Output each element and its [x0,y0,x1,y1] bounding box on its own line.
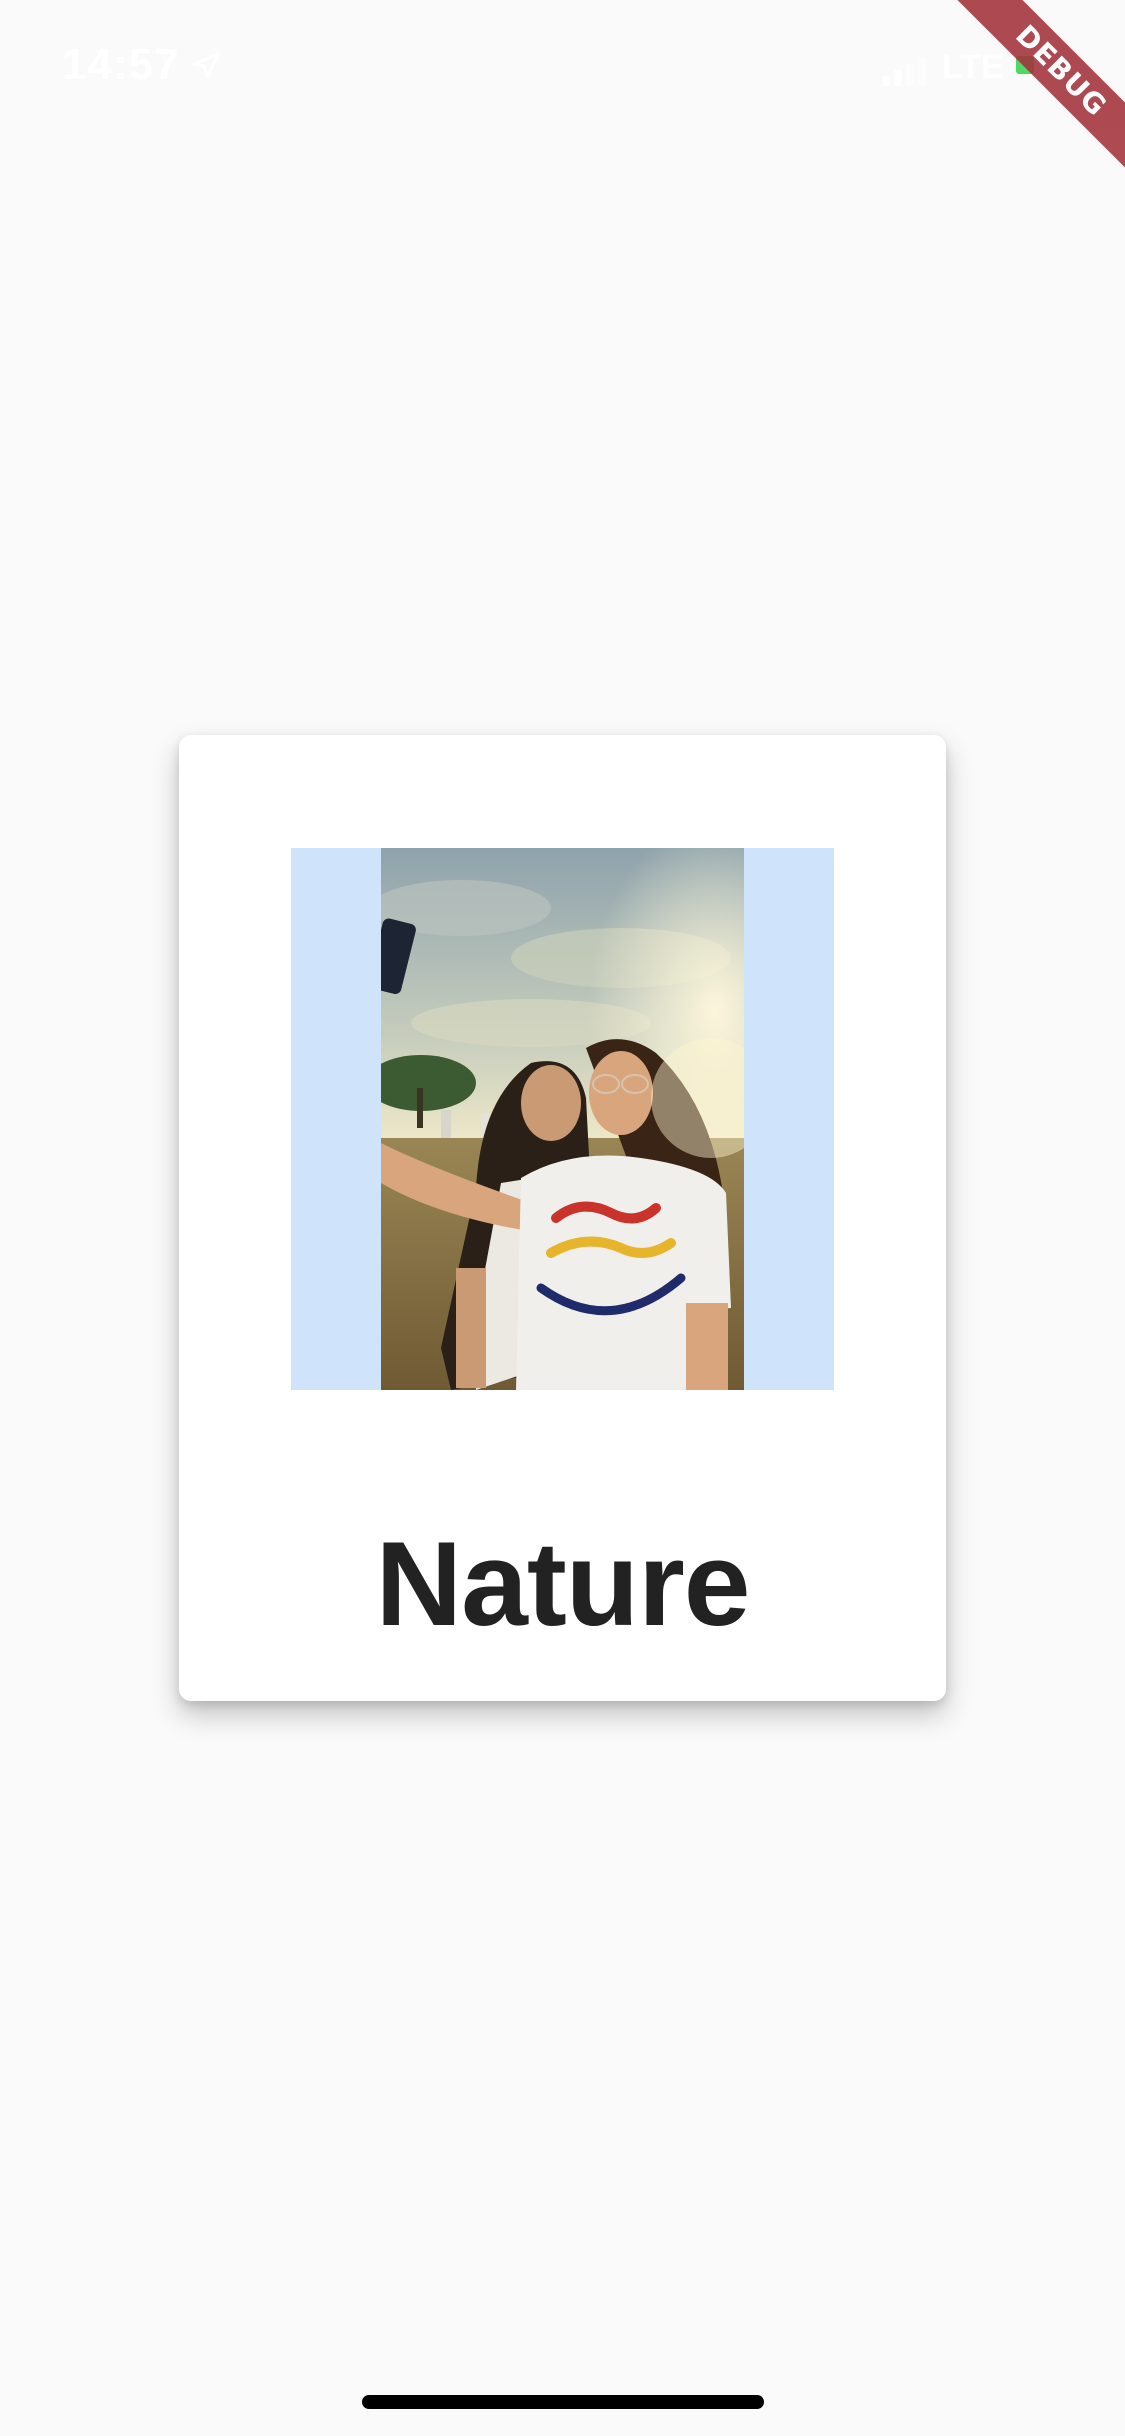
cellular-signal-icon [882,56,930,86]
debug-banner-label: DEBUG [938,0,1125,190]
status-time: 14:57 [62,40,180,89]
home-indicator-bar[interactable] [362,2395,764,2409]
debug-banner: DEBUG [935,0,1125,190]
card-photo [381,848,744,1390]
location-arrow-icon [192,52,220,79]
card-title: Nature [375,1517,750,1651]
nature-card[interactable]: Nature [179,735,946,1701]
card-image-frame [291,848,834,1390]
